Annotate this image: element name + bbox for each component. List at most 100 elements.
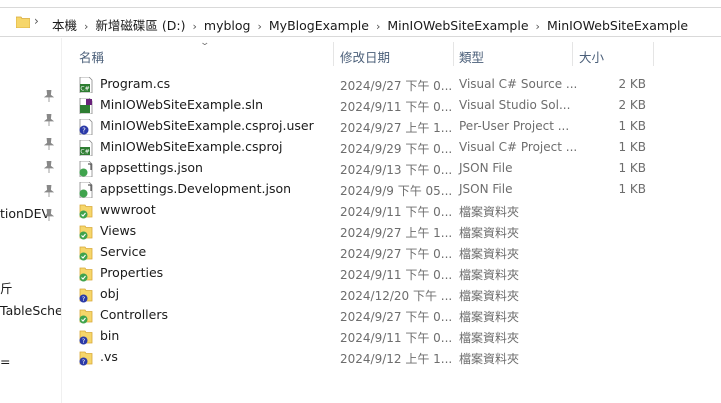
file-size: 2 KB [618, 77, 646, 91]
file-type: Visual Studio Sol... [459, 98, 571, 112]
file-type: 檔案資料夾 [459, 331, 520, 345]
file-row[interactable]: ? MinIOWebSiteExample.csproj.user 2024/9… [62, 116, 721, 137]
folder-synced-icon [79, 246, 93, 261]
file-type: 檔案資料夾 [459, 310, 520, 324]
svg-text:C#: C# [80, 86, 89, 93]
folder-row[interactable]: Service 2024/9/27 下午 0... 檔案資料夾 [62, 242, 721, 263]
column-header-modified[interactable]: 修改日期 [340, 47, 390, 66]
file-name: .vs [100, 349, 118, 364]
file-type: 檔案資料夾 [459, 205, 520, 219]
folder-row[interactable]: ? obj 2024/12/20 下午 ... 檔案資料夾 [62, 284, 721, 305]
file-row[interactable]: MinIOWebSiteExample.sln 2024/9/11 下午 0..… [62, 95, 721, 116]
file-modified: 2024/9/27 上午 1... [340, 121, 453, 135]
folder-row[interactable]: wwwroot 2024/9/11 下午 0... 檔案資料夾 [62, 200, 721, 221]
file-name: bin [100, 328, 120, 343]
folder-ignored-icon: ? [79, 351, 93, 366]
file-size: 1 KB [618, 140, 646, 154]
file-row[interactable]: appsettings.json 2024/9/13 下午 0... JSON … [62, 158, 721, 179]
file-modified: 2024/12/20 下午 ... [340, 289, 453, 303]
file-name: Properties [100, 265, 164, 280]
file-type: JSON File [459, 161, 513, 175]
pin-icon[interactable] [44, 185, 54, 197]
breadcrumb: 本機 › 新增磁碟區 (D:) › myblog › MyBlogExample › MinIO… [52, 15, 688, 34]
file-row[interactable]: C# MinIOWebSiteExample.csproj 2024/9/29 … [62, 137, 721, 158]
file-name: Program.cs [100, 76, 171, 91]
csproj-file-icon: C# [79, 140, 93, 156]
project-user-file-icon: ? [79, 119, 93, 135]
breadcrumb-item[interactable]: 本機 [52, 18, 77, 33]
column-divider[interactable] [453, 42, 454, 66]
file-name: MinIOWebSiteExample.csproj.user [100, 118, 314, 133]
file-modified: 2024/9/9 下午 05... [340, 184, 453, 198]
file-modified: 2024/9/13 下午 0... [340, 163, 453, 177]
chevron-right-icon[interactable]: › [257, 20, 261, 33]
column-divider[interactable] [572, 42, 573, 66]
column-header-name[interactable]: 名稱 [79, 47, 104, 66]
csharp-file-icon: C# [79, 77, 93, 93]
file-name: obj [100, 286, 120, 301]
file-type: 檔案資料夾 [459, 352, 520, 366]
nav-item[interactable]: = [0, 354, 10, 369]
pin-icon[interactable] [44, 209, 54, 221]
folder-row[interactable]: ? .vs 2024/9/12 上午 1... 檔案資料夾 [62, 347, 721, 368]
file-name: Service [100, 244, 147, 259]
file-modified: 2024/9/27 下午 0... [340, 310, 453, 324]
chevron-right-icon[interactable]: › [193, 20, 197, 33]
chevron-right-icon[interactable]: › [376, 20, 380, 33]
svg-text:?: ? [82, 295, 85, 303]
folder-synced-icon [79, 267, 93, 282]
file-modified: 2024/9/29 下午 0... [340, 142, 453, 156]
breadcrumb-item[interactable]: MyBlogExample [269, 18, 369, 33]
pin-icon[interactable] [44, 161, 54, 173]
file-name: Views [100, 223, 137, 238]
nav-item[interactable]: tionDEV [0, 206, 50, 221]
sort-indicator-icon: ⌄ [199, 38, 211, 48]
file-row[interactable]: appsettings.Development.json 2024/9/9 下午… [62, 179, 721, 200]
breadcrumb-item[interactable]: MinIOWebSiteExample [387, 18, 528, 33]
nav-item[interactable]: TableSche [0, 303, 62, 318]
json-file-icon [79, 182, 93, 198]
file-type: Visual C# Project ... [459, 140, 578, 154]
folder-synced-icon [79, 225, 93, 240]
file-type: JSON File [459, 182, 513, 196]
chevron-right-icon[interactable]: › [34, 14, 39, 28]
folder-row[interactable]: Properties 2024/9/11 下午 0... 檔案資料夾 [62, 263, 721, 284]
breadcrumb-item[interactable]: 新增磁碟區 (D:) [95, 18, 185, 33]
pin-icon[interactable] [44, 114, 54, 126]
file-modified: 2024/9/11 下午 0... [340, 268, 453, 282]
solution-file-icon [79, 98, 93, 114]
folder-row[interactable]: Controllers 2024/9/27 下午 0... 檔案資料夾 [62, 305, 721, 326]
column-divider[interactable] [333, 42, 334, 66]
file-modified: 2024/9/11 下午 0... [340, 100, 453, 114]
file-name: Controllers [100, 307, 168, 322]
address-bar[interactable]: › 本機 › 新增磁碟區 (D:) › myblog › MyBlogExample › Min… [0, 7, 721, 37]
chevron-right-icon[interactable]: › [536, 20, 540, 33]
pin-icon[interactable] [44, 90, 54, 102]
breadcrumb-item-current[interactable]: MinIOWebSiteExample [547, 18, 688, 33]
folder-synced-icon [79, 204, 93, 219]
folder-synced-icon [79, 309, 93, 324]
file-modified: 2024/9/11 下午 0... [340, 205, 453, 219]
column-header-size[interactable]: 大小 [579, 47, 604, 66]
folder-row[interactable]: Views 2024/9/27 上午 1... 檔案資料夾 [62, 221, 721, 242]
svg-text:?: ? [82, 358, 85, 366]
file-modified: 2024/9/27 下午 0... [340, 247, 453, 261]
nav-item[interactable]: 斤 [0, 278, 13, 297]
file-type: Per-User Project ... [459, 119, 570, 133]
json-file-icon [79, 161, 93, 177]
folder-row[interactable]: ? bin 2024/9/11 下午 0... 檔案資料夾 [62, 326, 721, 347]
folder-ignored-icon: ? [79, 330, 93, 345]
file-type: 檔案資料夾 [459, 289, 520, 303]
file-name: appsettings.json [100, 160, 203, 175]
file-name: wwwroot [100, 202, 156, 217]
column-header-type[interactable]: 類型 [459, 47, 484, 66]
file-size: 1 KB [618, 182, 646, 196]
svg-text:C#: C# [80, 149, 89, 156]
file-row[interactable]: C# Program.cs 2024/9/27 下午 0... Visual C… [62, 74, 721, 95]
file-type: 檔案資料夾 [459, 247, 520, 261]
column-divider[interactable] [653, 42, 654, 66]
file-name: MinIOWebSiteExample.csproj [100, 139, 283, 154]
pin-icon[interactable] [44, 138, 54, 150]
breadcrumb-item[interactable]: myblog [204, 18, 251, 33]
chevron-right-icon[interactable]: › [84, 20, 88, 33]
